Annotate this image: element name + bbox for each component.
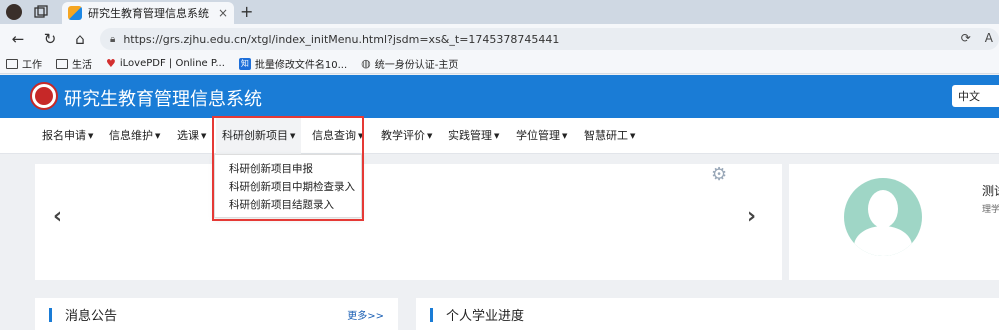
menu-label: 教学评价: [381, 129, 425, 142]
zhi-icon: 知: [238, 57, 251, 70]
caret-down-icon: ▼: [358, 132, 364, 140]
workspaces-icon[interactable]: [32, 4, 50, 20]
menu-label: 选课: [177, 129, 199, 142]
caret-down-icon: ▼: [494, 132, 500, 140]
url-text[interactable]: https://grs.zjhu.edu.cn/xtgl/index_initM…: [123, 33, 559, 46]
next-arrow-icon[interactable]: ›: [747, 204, 756, 229]
new-tab-button[interactable]: +: [240, 2, 253, 21]
notice-title: 消息公告: [65, 309, 118, 324]
folder-icon: [6, 58, 18, 69]
panel-accent-bar: [430, 308, 433, 322]
browser-tab[interactable]: 研究生教育管理信息系统 ×: [62, 2, 234, 24]
dropdown-item-zhongqi[interactable]: 科研创新项目中期检查录入: [215, 177, 361, 195]
profile-card: 测试 理学: [789, 164, 999, 280]
prev-arrow-icon[interactable]: ‹: [53, 204, 62, 229]
menu-xuewei[interactable]: 学位管理 ▼: [516, 118, 567, 154]
menu-baoming[interactable]: 报名申请 ▼: [42, 118, 93, 154]
app-header: 研究生教育管理信息系统 中文: [0, 75, 999, 118]
bookmark-ilovepdf[interactable]: ♥ iLovePDF | Online P...: [106, 57, 225, 70]
caret-down-icon: ▼: [630, 132, 636, 140]
browser-tab-strip: 研究生教育管理信息系统 × +: [0, 0, 999, 24]
language-select[interactable]: 中文: [952, 85, 999, 107]
bookmark-rename[interactable]: 知 批量修改文件名10...: [238, 56, 348, 71]
menu-label: 实践管理: [448, 129, 492, 142]
menu-label: 智慧研工: [584, 129, 628, 142]
bookmark-shenghuo[interactable]: 生活: [56, 56, 92, 71]
progress-title: 个人学业进度: [446, 309, 525, 324]
menu-shijian[interactable]: 实践管理 ▼: [448, 118, 499, 154]
bookmark-auth[interactable]: ◍ 统一身份认证-主页: [361, 56, 458, 71]
caret-down-icon: ▼: [427, 132, 433, 140]
caret-down-icon: ▼: [155, 132, 161, 140]
profile-dept: 理学: [982, 205, 999, 215]
caret-down-icon: ▼: [201, 132, 207, 140]
home-icon[interactable]: ⌂: [70, 30, 90, 48]
refresh-icon[interactable]: ↻: [40, 30, 60, 48]
bookmark-label: iLovePDF | Online P...: [119, 58, 225, 69]
caret-down-icon: ▼: [562, 132, 568, 140]
profile-name: 测试: [982, 184, 999, 198]
panel-accent-bar: [49, 308, 52, 322]
globe-icon: ◍: [361, 57, 371, 70]
url-field[interactable]: 🔒︎ https://grs.zjhu.edu.cn/xtgl/index_in…: [100, 28, 999, 50]
heart-icon: ♥: [106, 57, 116, 70]
language-value: 中文: [958, 90, 980, 103]
menu-xinxichaxun[interactable]: 信息查询 ▼: [312, 118, 363, 154]
bookmark-gongzuo[interactable]: 工作: [6, 56, 42, 71]
bookmark-label: 批量修改文件名10...: [254, 60, 348, 71]
close-tab-icon[interactable]: ×: [218, 6, 228, 20]
caret-down-icon: ▼: [290, 132, 296, 140]
menu-label: 报名申请: [42, 129, 86, 142]
menu-label: 学位管理: [516, 129, 560, 142]
bookmark-label: 工作: [22, 60, 42, 71]
menu-keyan[interactable]: 科研创新项目 ▼: [216, 118, 302, 154]
bookmark-label: 生活: [72, 60, 92, 71]
university-logo: [30, 82, 58, 110]
menu-xuanke[interactable]: 选课 ▼: [177, 118, 206, 154]
progress-panel: 个人学业进度: [416, 298, 999, 330]
folder-icon: [56, 58, 68, 69]
menu-label: 信息维护: [109, 129, 153, 142]
address-bar-row: ← ↻ ⌂ 🔒︎ https://grs.zjhu.edu.cn/xtgl/in…: [0, 24, 999, 54]
refresh-page-icon[interactable]: ⟳: [961, 31, 971, 45]
app-title: 研究生教育管理信息系统: [64, 89, 262, 110]
bookmark-label: 统一身份认证-主页: [374, 60, 459, 71]
menu-zhihui[interactable]: 智慧研工 ▼: [584, 118, 635, 154]
site-favicon-icon: [68, 6, 82, 20]
bookmarks-bar: 工作 生活 ♥ iLovePDF | Online P... 知 批量修改文件名…: [0, 54, 999, 74]
tab-title: 研究生教育管理信息系统: [88, 7, 209, 20]
caret-down-icon: ▼: [88, 132, 94, 140]
more-link[interactable]: 更多>>: [347, 307, 384, 322]
back-icon[interactable]: ←: [8, 30, 28, 48]
keyan-dropdown: 科研创新项目申报 科研创新项目中期检查录入 科研创新项目结题录入: [214, 154, 362, 218]
profile-avatar[interactable]: [6, 4, 22, 20]
gear-icon[interactable]: ⚙: [711, 164, 727, 185]
notice-panel: 消息公告 更多>>: [35, 298, 398, 330]
dropdown-item-jieti[interactable]: 科研创新项目结题录入: [215, 195, 361, 213]
menu-label: 信息查询: [312, 129, 356, 142]
menu-label: 科研创新项目: [222, 129, 288, 142]
dropdown-item-shenbao[interactable]: 科研创新项目申报: [215, 159, 361, 177]
main-menu: 报名申请 ▼ 信息维护 ▼ 选课 ▼ 科研创新项目 ▼ 信息查询 ▼ 教学评价 ▼ 实践管理…: [0, 118, 999, 154]
avatar: [844, 178, 922, 256]
read-aloud-icon[interactable]: A: [985, 31, 993, 45]
lock-icon[interactable]: 🔒︎: [110, 34, 115, 45]
menu-xinxiweihu[interactable]: 信息维护 ▼: [109, 118, 160, 154]
menu-jiaoxuepingjia[interactable]: 教学评价 ▼: [381, 118, 432, 154]
banner-carousel: ‹ › ⚙: [35, 164, 782, 280]
